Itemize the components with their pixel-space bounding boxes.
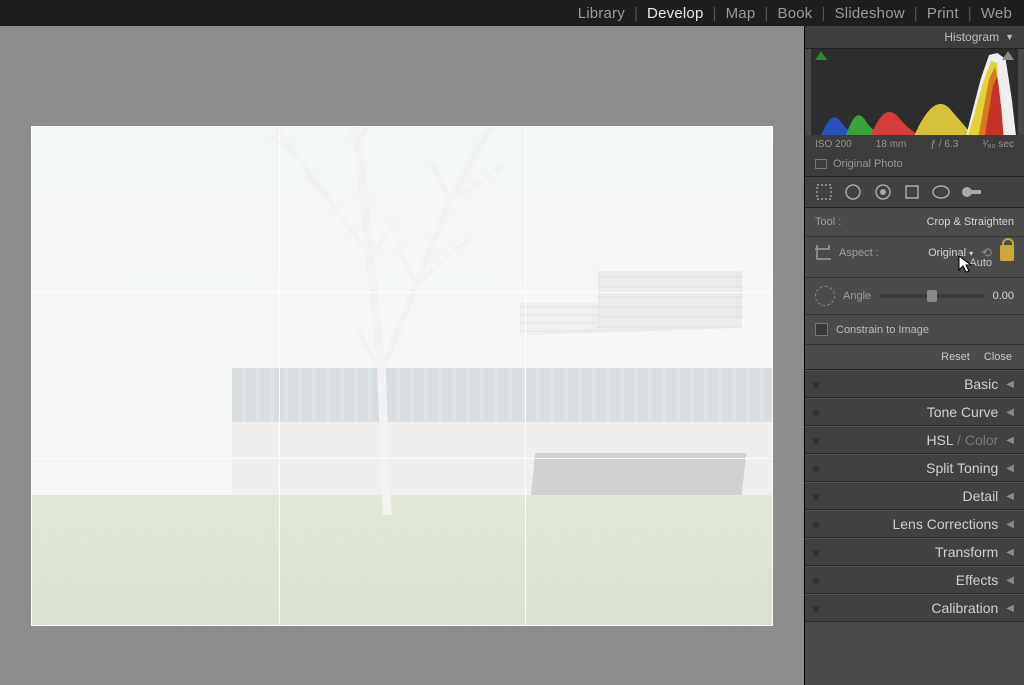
- crop-tool-icon[interactable]: [815, 183, 833, 201]
- panel-effects[interactable]: Effects◀: [805, 566, 1024, 594]
- exif-shutter: ¹⁄₈₀ sec: [982, 139, 1014, 150]
- tool-label: Tool :: [815, 216, 841, 228]
- crop-frame-icon[interactable]: [815, 245, 831, 261]
- panel-lens[interactable]: Lens Corrections◀: [805, 510, 1024, 538]
- straighten-icon[interactable]: [815, 286, 835, 306]
- original-photo-toggle[interactable]: Original Photo: [805, 154, 1024, 177]
- nav-print[interactable]: Print: [923, 5, 963, 22]
- exif-row: ISO 200 18 mm ƒ / 6.3 ¹⁄₈₀ sec: [805, 135, 1024, 154]
- spot-tool-icon[interactable]: [843, 182, 863, 202]
- panel-transform[interactable]: Transform◀: [805, 538, 1024, 566]
- exif-aperture: ƒ / 6.3: [930, 139, 958, 150]
- original-icon: [815, 159, 827, 169]
- histogram-header[interactable]: Histogram▼: [805, 26, 1024, 49]
- exif-focal: 18 mm: [876, 139, 907, 150]
- panel-basic[interactable]: Basic◀: [805, 370, 1024, 398]
- tree-icon: [217, 127, 557, 515]
- nav-book[interactable]: Book: [773, 5, 816, 22]
- shadow-clip-icon[interactable]: [815, 51, 827, 60]
- chevron-down-icon: ▼: [1005, 32, 1014, 42]
- right-panel: Histogram▼ ISO 200 18 mm ƒ / 6.3 ¹⁄₈₀ se…: [804, 26, 1024, 685]
- crop-handle-tl[interactable]: [31, 126, 48, 143]
- crop-handle-tr[interactable]: [756, 126, 773, 143]
- aspect-label: Aspect :: [839, 247, 879, 259]
- panel-tonecurve[interactable]: Tone Curve◀: [805, 398, 1024, 426]
- histogram[interactable]: [811, 49, 1018, 135]
- photo-preview[interactable]: [32, 127, 772, 625]
- module-nav: Library| Develop| Map| Book| Slideshow| …: [0, 0, 1024, 26]
- redeye-tool-icon[interactable]: [873, 182, 893, 202]
- angle-label: Angle: [843, 290, 871, 302]
- angle-value[interactable]: 0.00: [993, 290, 1014, 302]
- radial-tool-icon[interactable]: [931, 182, 951, 202]
- nav-library[interactable]: Library: [574, 5, 629, 22]
- panel-calibration[interactable]: Calibration◀: [805, 594, 1024, 622]
- reset-button[interactable]: Reset: [941, 351, 970, 363]
- image-canvas[interactable]: [0, 26, 804, 685]
- brush-tool-icon[interactable]: [961, 185, 983, 199]
- exif-iso: ISO 200: [815, 139, 852, 150]
- nav-develop[interactable]: Develop: [643, 5, 707, 22]
- tool-strip: [805, 177, 1024, 208]
- nav-map[interactable]: Map: [722, 5, 760, 22]
- panel-detail[interactable]: Detail◀: [805, 482, 1024, 510]
- highlight-clip-icon[interactable]: [1002, 51, 1014, 60]
- nav-slideshow[interactable]: Slideshow: [831, 5, 909, 22]
- constrain-checkbox[interactable]: Constrain to Image: [815, 323, 1014, 336]
- panel-hsl-color[interactable]: HSL / Color◀: [805, 426, 1024, 454]
- crop-handle-br[interactable]: [756, 609, 773, 626]
- tool-name: Crop & Straighten: [927, 216, 1014, 228]
- lock-icon[interactable]: [1000, 245, 1014, 261]
- nav-web[interactable]: Web: [977, 5, 1016, 22]
- panel-split-toning[interactable]: Split Toning◀: [805, 454, 1024, 482]
- gradient-tool-icon[interactable]: [903, 183, 921, 201]
- close-button[interactable]: Close: [984, 351, 1012, 363]
- angle-slider[interactable]: [879, 294, 984, 298]
- cursor-icon: [958, 255, 974, 275]
- crop-handle-bl[interactable]: [31, 609, 48, 626]
